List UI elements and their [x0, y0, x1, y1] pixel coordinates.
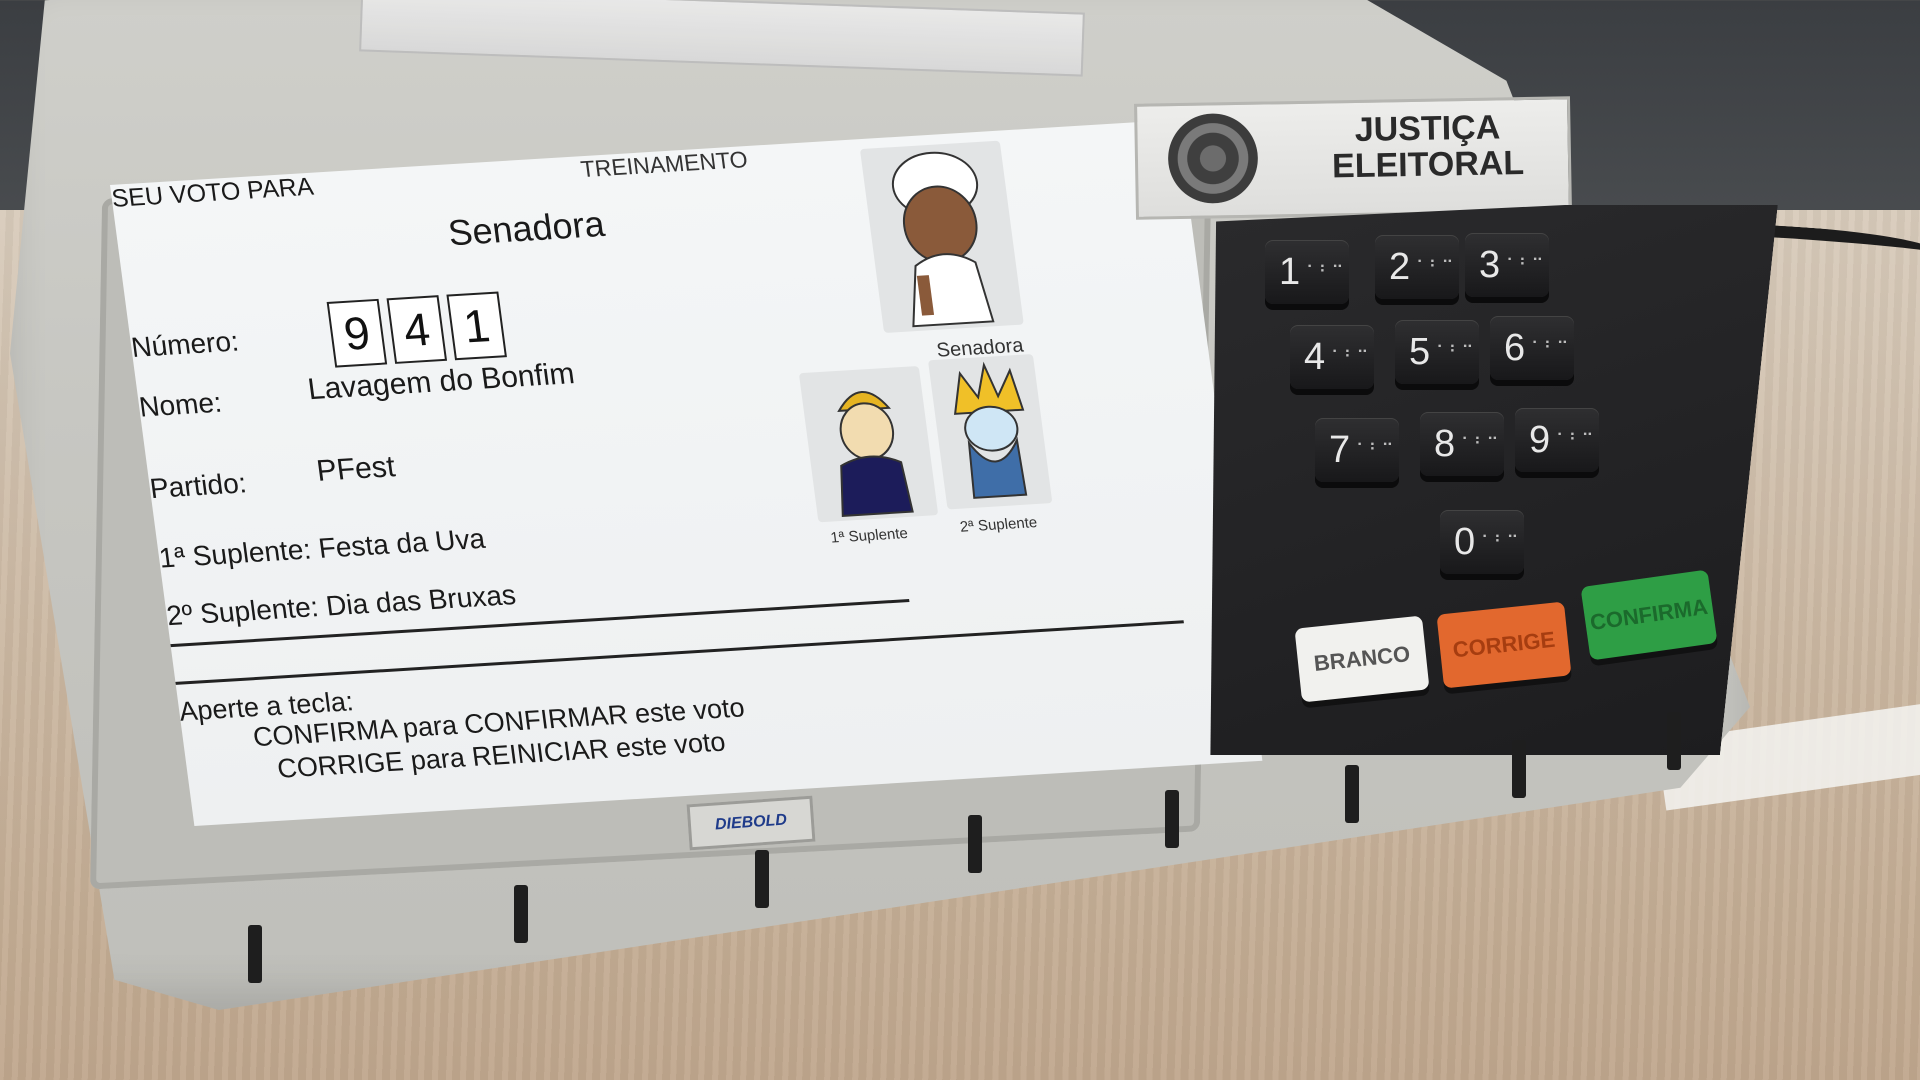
braille-dots: ⠁⠃⠉: [1461, 436, 1500, 453]
key-4[interactable]: 4 ⠁⠃⠉: [1290, 325, 1374, 389]
divider-line: [175, 620, 1184, 685]
justica-eleitoral-plate: JUSTIÇA ELEITORAL: [1134, 96, 1572, 220]
suplente-2-illustration: [953, 361, 1028, 499]
branco-button[interactable]: BRANCO: [1294, 615, 1430, 703]
plate-title: JUSTIÇA ELEITORAL: [1317, 108, 1538, 186]
case-slot: [1345, 765, 1359, 823]
key-2[interactable]: 2 ⠁⠃⠉: [1375, 235, 1459, 299]
braille-dots: ⠁⠃⠉: [1306, 264, 1345, 281]
key-label: 2: [1389, 245, 1411, 288]
partido-value: PFest: [314, 450, 398, 488]
caption-suplente-2: 2ª Suplente: [958, 514, 1039, 536]
numero-label: Número:: [129, 325, 241, 363]
candidate-number: 9 4 1: [326, 291, 507, 368]
coat-of-arms-icon: [1167, 112, 1259, 205]
key-label: 9: [1529, 418, 1551, 461]
partido-label: Partido:: [147, 467, 249, 505]
key-label: 4: [1304, 335, 1326, 378]
braille-dots: ⠁⠃⠉: [1531, 340, 1570, 357]
key-8[interactable]: 8 ⠁⠃⠉: [1420, 412, 1504, 476]
suplente-2: 2º Suplente: Dia das Bruxas: [164, 579, 518, 632]
key-label: 8: [1434, 422, 1456, 465]
voting-screen: SEU VOTO PARA TREINAMENTO Senadora Númer…: [110, 119, 1263, 827]
digit-box: 4: [386, 295, 448, 364]
case-slot: [1667, 712, 1681, 770]
digit-box: 9: [326, 298, 388, 368]
key-label: 6: [1504, 326, 1526, 369]
key-0[interactable]: 0 ⠁⠃⠉: [1440, 510, 1524, 574]
suplente-1-illustration: [837, 391, 914, 517]
key-5[interactable]: 5 ⠁⠃⠉: [1395, 320, 1479, 384]
braille-dots: ⠁⠃⠉: [1356, 442, 1395, 459]
key-label: 0: [1454, 520, 1476, 563]
candidate-photo: [859, 140, 1024, 334]
key-label: 3: [1479, 243, 1501, 286]
braille-dots: ⠁⠃⠉: [1331, 349, 1370, 366]
key-label: 1: [1279, 250, 1301, 293]
key-label: 7: [1329, 428, 1351, 471]
case-slot: [968, 815, 982, 873]
braille-dots: ⠁⠃⠉: [1506, 257, 1545, 274]
key-9[interactable]: 9 ⠁⠃⠉: [1515, 408, 1599, 472]
caption-suplente-1: 1ª Suplente: [829, 524, 909, 547]
digit-box: 1: [446, 291, 507, 361]
key-6[interactable]: 6 ⠁⠃⠉: [1490, 316, 1574, 380]
case-slot: [755, 850, 769, 908]
suplente-2-photo: [927, 353, 1053, 510]
candidate-illustration: [891, 151, 995, 328]
plate-line-2: ELEITORAL: [1331, 143, 1525, 186]
corrige-button[interactable]: CORRIGE: [1436, 601, 1572, 689]
braille-dots: ⠁⠃⠉: [1436, 344, 1475, 361]
suplente-1: 1ª Suplente: Festa da Uva: [157, 522, 487, 574]
case-slot: [1512, 740, 1526, 798]
key-1[interactable]: 1 ⠁⠃⠉: [1265, 240, 1349, 304]
braille-dots: ⠁⠃⠉: [1416, 259, 1455, 276]
nome-label: Nome:: [137, 386, 224, 423]
case-slot: [1165, 790, 1179, 848]
case-slot: [248, 925, 262, 983]
braille-dots: ⠁⠃⠉: [1556, 432, 1595, 449]
diebold-logo: DIEBOLD: [686, 795, 816, 851]
key-3[interactable]: 3 ⠁⠃⠉: [1465, 233, 1549, 297]
key-7[interactable]: 7 ⠁⠃⠉: [1315, 418, 1399, 482]
suplente-1-photo: [798, 365, 939, 523]
key-label: 5: [1409, 330, 1431, 373]
braille-dots: ⠁⠃⠉: [1481, 534, 1520, 551]
case-slot: [514, 885, 528, 943]
office-title: Senadora: [445, 203, 607, 254]
